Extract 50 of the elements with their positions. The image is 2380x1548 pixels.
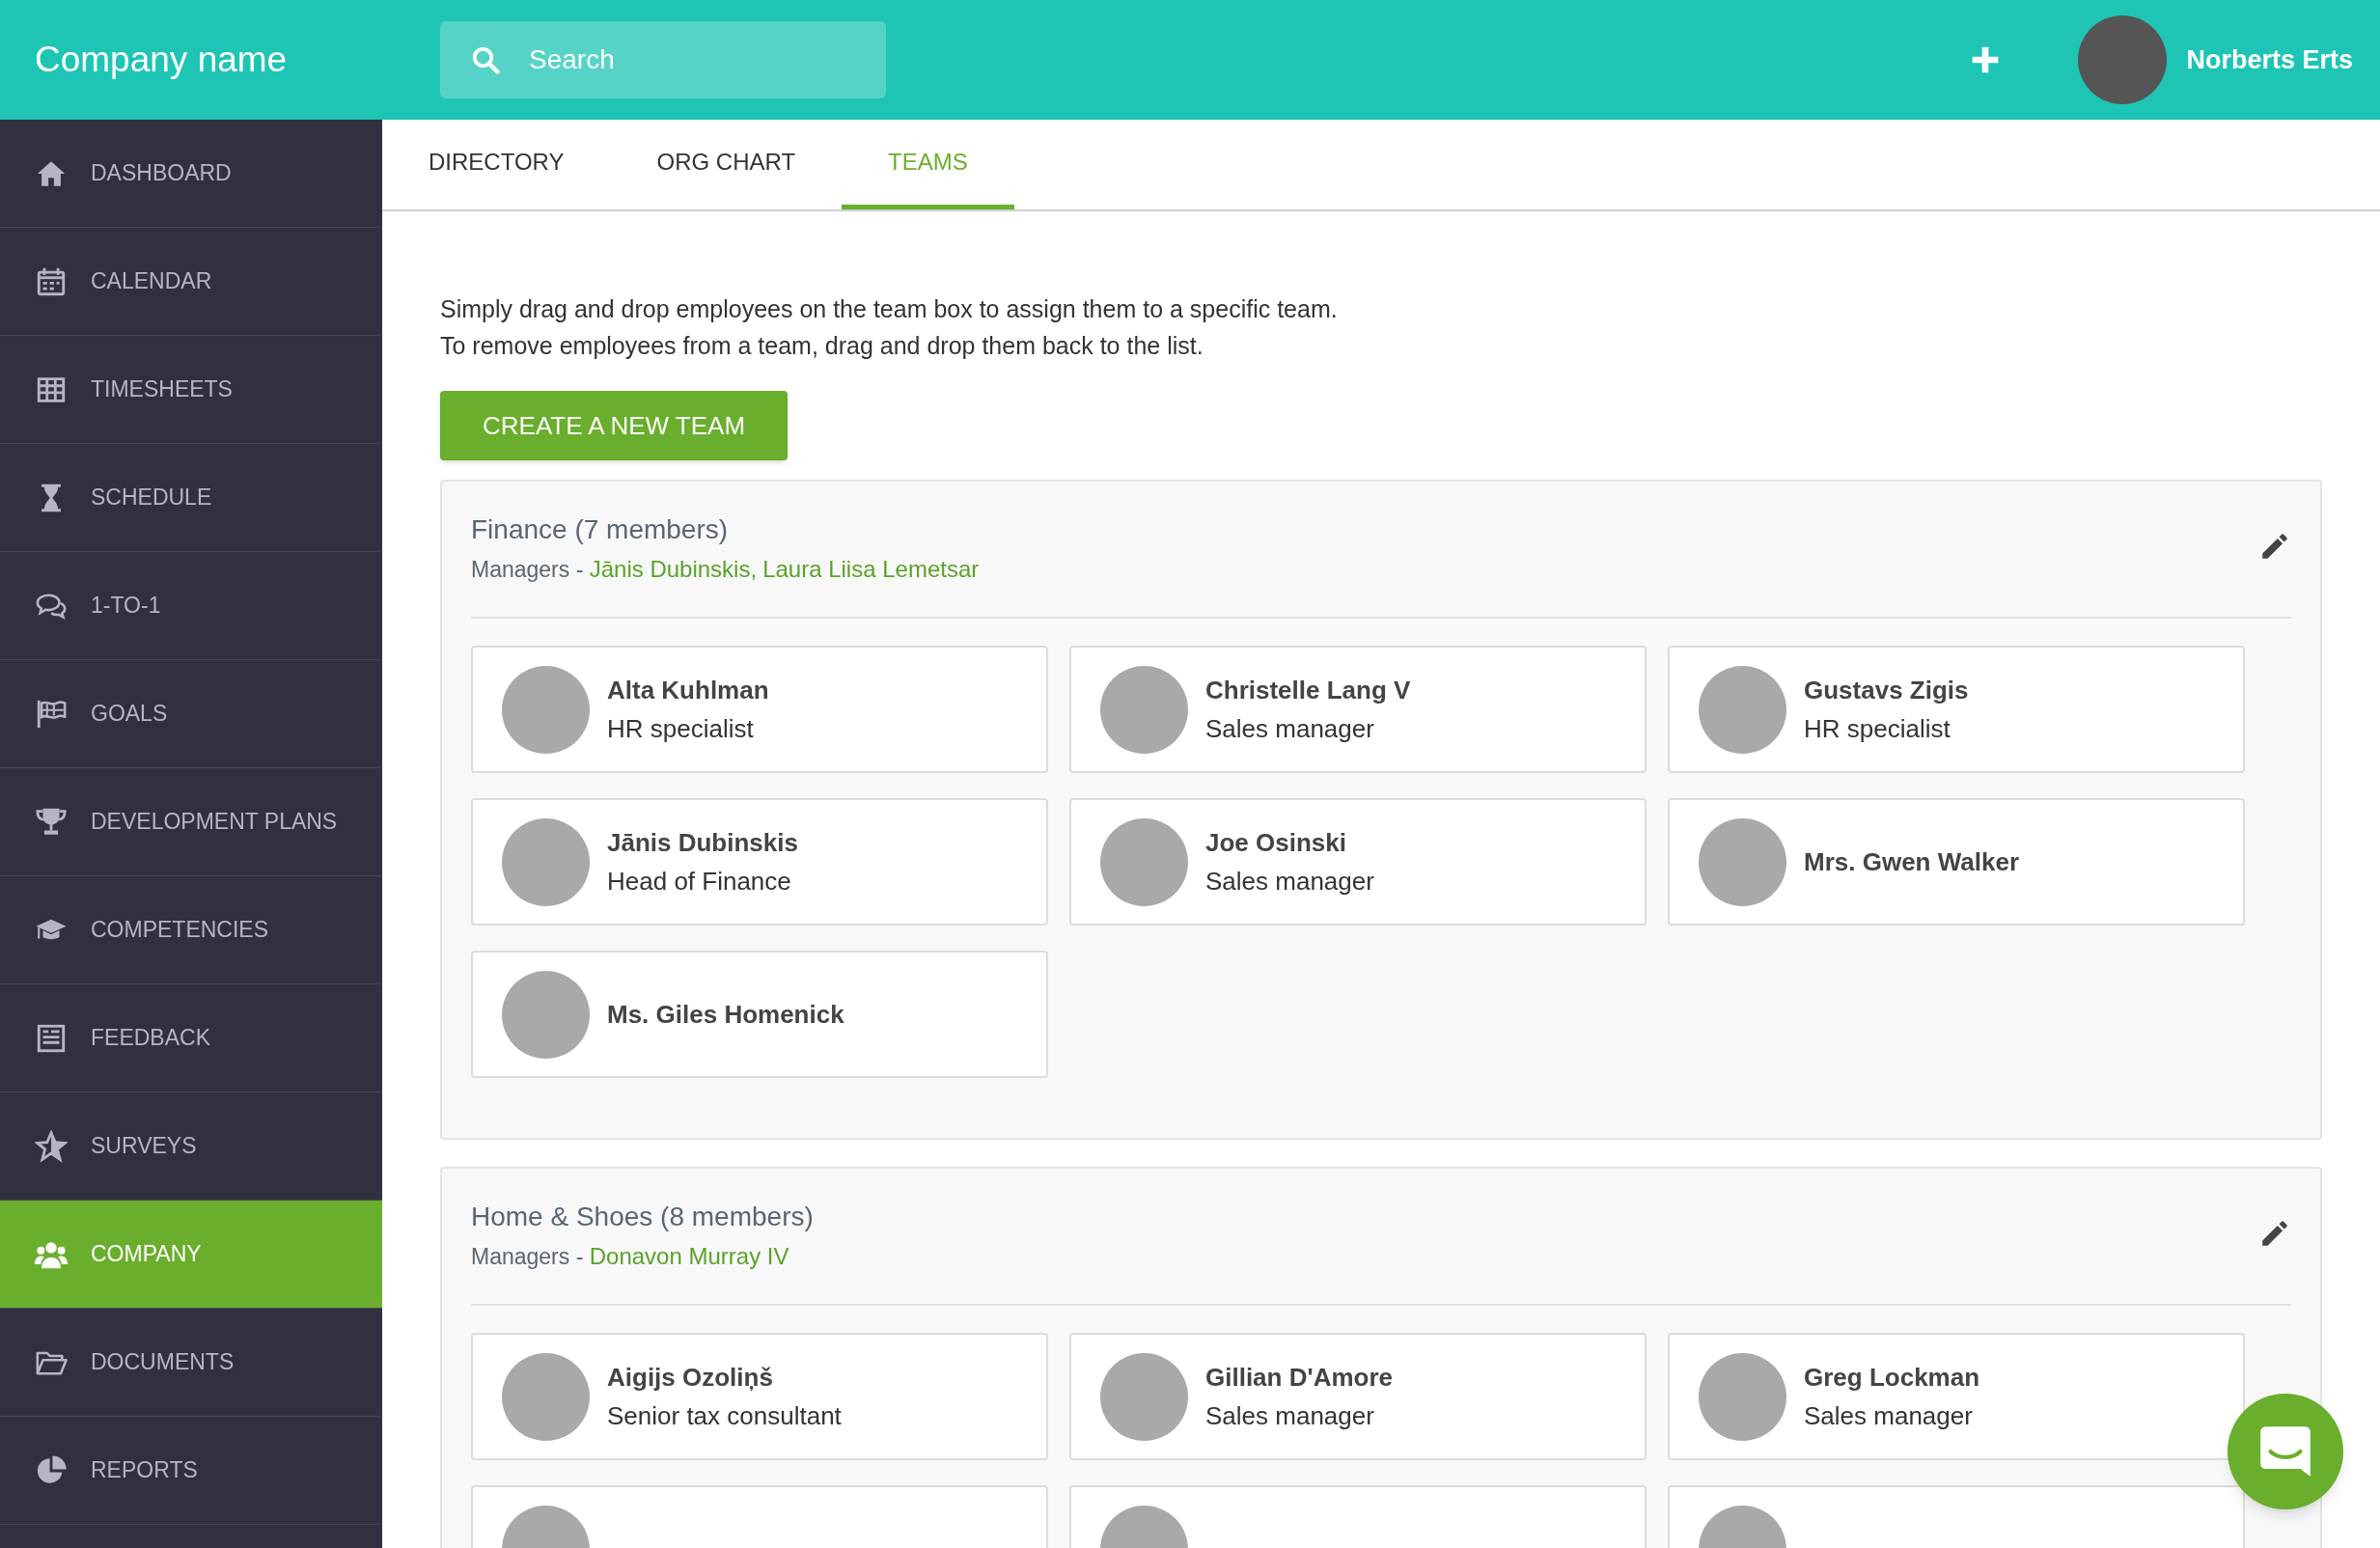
- search-icon: [471, 45, 500, 74]
- sidebar-item[interactable]: DASHBOARD: [0, 120, 382, 228]
- separator-text: ,: [750, 555, 758, 584]
- instruction-text: Simply drag and drop employees on the team box to assign them to a specific team.: [440, 294, 1339, 324]
- sidebar-item[interactable]: GOALS: [0, 660, 382, 768]
- member-role: Sales manager: [1205, 713, 1375, 745]
- member-card[interactable]: Ms. Giles Homenick: [471, 951, 1048, 1078]
- sidebar-item[interactable]: TIMESHEETS: [0, 336, 382, 444]
- member-role: Sales manager: [1804, 1400, 1974, 1432]
- sidebar-item[interactable]: DEVELOPMENT PLANS: [0, 768, 382, 876]
- member-name: Aigijs Ozoliņš: [607, 1362, 774, 1394]
- sidebar-item[interactable]: SCHEDULE: [0, 444, 382, 552]
- tab[interactable]: ORG CHART: [610, 120, 843, 209]
- member-name: Alta Kuhlman: [607, 675, 769, 706]
- member-name: Ms. Giles Homenick: [607, 999, 844, 1031]
- member-role: Sales manager: [1205, 1400, 1375, 1432]
- member-name: Greg Lockman: [1804, 1362, 1980, 1394]
- member-name: Joe Osinski: [1205, 827, 1347, 859]
- member-card[interactable]: Gillian D'Amore Sales manager: [1069, 1333, 1647, 1460]
- member-card[interactable]: Alta Kuhlman HR specialist: [471, 646, 1048, 773]
- member-name: Christelle Lang V: [1205, 675, 1411, 706]
- sidebar-item[interactable]: FEEDBACK: [0, 984, 382, 1092]
- instruction-text: To remove employees from a team, drag and drop them back to the list.: [440, 331, 1204, 361]
- team-title: Home & Shoes (8 members): [471, 1201, 815, 1233]
- sidebar-item[interactable]: DOCUMENTS: [0, 1309, 382, 1417]
- member-card[interactable]: Gustavs Zigis HR specialist: [1668, 646, 2245, 773]
- member-card[interactable]: Joe Osinski Sales manager: [1069, 798, 1647, 926]
- member-card[interactable]: Christelle Lang V Sales manager: [1069, 646, 1647, 773]
- managers-label: Managers -: [471, 556, 585, 584]
- sidebar-item[interactable]: 1-TO-1: [0, 552, 382, 660]
- member-card[interactable]: Greg Lockman Sales manager: [1668, 1333, 2245, 1460]
- team-title: Finance (7 members): [471, 513, 730, 546]
- sidebar-item[interactable]: CALENDAR: [0, 228, 382, 336]
- member-name: Jānis Dubinskis: [607, 827, 798, 859]
- sidebar-item[interactable]: COMPETENCIES: [0, 876, 382, 984]
- member-name: Mrs. Gwen Walker: [1804, 846, 2019, 878]
- member-card[interactable]: Jānis Dubinskis Head of Finance: [471, 798, 1048, 926]
- sidebar-item[interactable]: REPORTS: [0, 1417, 382, 1525]
- member-role: Head of Finance: [607, 866, 792, 898]
- member-card[interactable]: Aigijs Ozoliņš Senior tax consultant: [471, 1333, 1048, 1460]
- member-name: Gillian D'Amore: [1205, 1362, 1393, 1394]
- star-icon: [35, 1129, 68, 1163]
- member-role: HR specialist: [1804, 713, 1951, 745]
- tab[interactable]: DIRECTORY: [382, 120, 611, 209]
- member-name: Gustavs Zigis: [1804, 675, 1969, 706]
- member-card[interactable]: Mrs. Gwen Walker: [1668, 798, 2245, 926]
- member-role: Senior tax consultant: [607, 1400, 842, 1432]
- member-role: Sales manager: [1205, 866, 1374, 898]
- member-role: HR specialist: [607, 713, 755, 745]
- managers-label: Managers -: [471, 1243, 585, 1271]
